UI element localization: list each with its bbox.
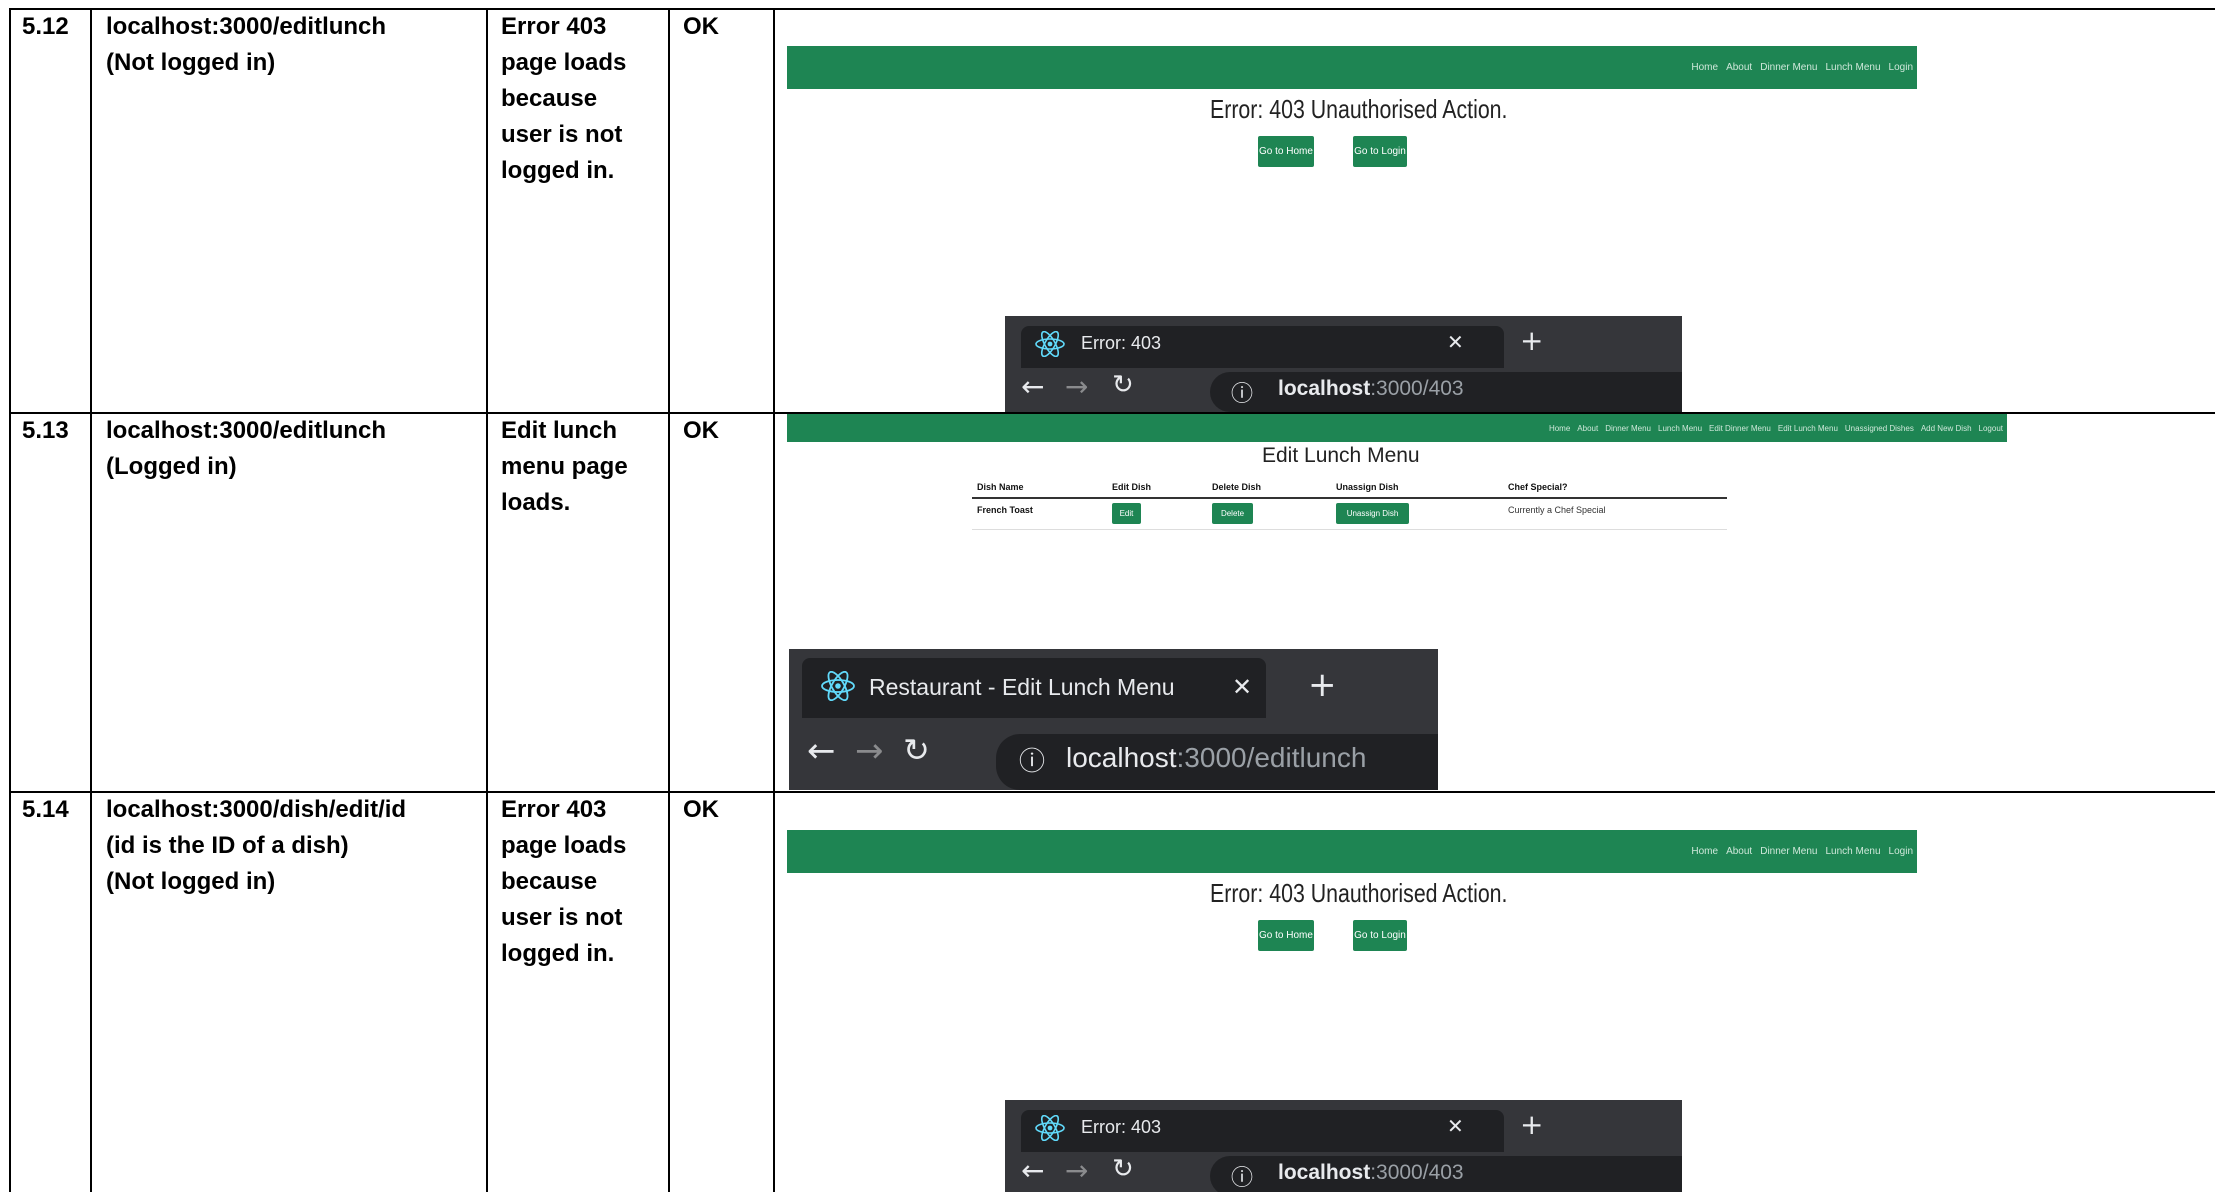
nav-link-lunch-menu[interactable]: Lunch Menu — [1825, 62, 1880, 73]
close-icon[interactable]: ✕ — [1232, 673, 1252, 701]
table-rule — [90, 8, 92, 1192]
table-rule — [668, 8, 670, 1192]
nav-link-edit-dinner-menu[interactable]: Edit Dinner Menu — [1709, 424, 1771, 433]
test-result: OK — [683, 13, 719, 40]
url-path: :3000/editlunch — [1176, 742, 1367, 773]
reload-icon[interactable]: ↻ — [1112, 370, 1134, 400]
nav-link-add-new-dish[interactable]: Add New Dish — [1921, 424, 1972, 433]
forward-arrow-icon[interactable]: → — [855, 731, 884, 771]
plus-icon[interactable]: + — [1520, 324, 1543, 357]
nav-link-lunch-menu[interactable]: Lunch Menu — [1825, 846, 1880, 857]
test-id: 5.14 — [22, 796, 69, 823]
test-expected: Edit lunch menu page loads. — [501, 417, 628, 516]
test-result: OK — [683, 417, 719, 444]
test-input: localhost:3000/editlunch (Logged in) — [106, 417, 387, 480]
nav-link-dinner-menu[interactable]: Dinner Menu — [1605, 424, 1651, 433]
nav-links: Home About Dinner Menu Lunch Menu Login — [1691, 830, 1913, 873]
row-rule — [972, 529, 1727, 530]
url-path: :3000/403 — [1370, 377, 1464, 400]
url-host: localhost — [1278, 377, 1371, 400]
column-header: Dish Name — [977, 482, 1024, 492]
edit-dish-button[interactable]: Edit — [1112, 503, 1141, 524]
nav-link-edit-lunch-menu[interactable]: Edit Lunch Menu — [1778, 424, 1838, 433]
nav-link-unassigned-dishes[interactable]: Unassigned Dishes — [1845, 424, 1914, 433]
url-host: localhost — [1066, 742, 1177, 773]
dish-name: French Toast — [977, 505, 1033, 515]
navbar: Home About Dinner Menu Lunch Menu Login — [787, 46, 1917, 89]
close-icon[interactable]: ✕ — [1447, 1114, 1464, 1138]
nav-link-about[interactable]: About — [1726, 62, 1752, 73]
url-path: :3000/403 — [1370, 1161, 1464, 1184]
column-header: Edit Dish — [1112, 482, 1152, 492]
table-rule — [9, 8, 11, 1192]
forward-arrow-icon[interactable]: → — [1065, 370, 1088, 403]
nav-link-dinner-menu[interactable]: Dinner Menu — [1760, 62, 1817, 73]
info-icon[interactable]: ⓘ — [1019, 741, 1045, 778]
url-host: localhost — [1278, 1161, 1371, 1184]
column-header: Unassign Dish — [1336, 482, 1399, 492]
plus-icon[interactable]: + — [1520, 1108, 1543, 1141]
test-expected: Error 403 page loads because user is not… — [501, 796, 627, 967]
info-icon[interactable]: ⓘ — [1231, 376, 1253, 408]
tab-title: Error: 403 — [1081, 333, 1162, 353]
browser-chrome: Error: 403 ✕ + ← → ↻ ⓘ localhost:3000/40… — [1005, 1100, 1682, 1192]
chef-special-status: Currently a Chef Special — [1508, 505, 1606, 515]
column-header: Delete Dish — [1212, 482, 1262, 492]
go-home-button[interactable]: Go to Home — [1258, 920, 1314, 951]
test-expected: Error 403 page loads because user is not… — [501, 13, 627, 184]
table-rule — [773, 8, 775, 1192]
back-arrow-icon[interactable]: ← — [807, 731, 836, 771]
test-id: 5.12 — [22, 13, 69, 40]
column-header: Chef Special? — [1508, 482, 1568, 492]
react-logo-icon — [821, 671, 855, 701]
nav-link-home[interactable]: Home — [1691, 846, 1718, 857]
nav-link-lunch-menu[interactable]: Lunch Menu — [1658, 424, 1702, 433]
nav-links: Home About Dinner Menu Lunch Menu Login — [1691, 46, 1913, 89]
nav-links: Home About Dinner Menu Lunch Menu Edit D… — [1549, 414, 2003, 442]
unassign-dish-button[interactable]: Unassign Dish — [1336, 503, 1409, 524]
tab-title: Error: 403 — [1081, 1117, 1162, 1137]
test-result: OK — [683, 796, 719, 823]
nav-link-about[interactable]: About — [1577, 424, 1598, 433]
header-rule — [972, 497, 1727, 499]
back-arrow-icon[interactable]: ← — [1021, 370, 1044, 403]
table-rule — [486, 8, 488, 1192]
forward-arrow-icon[interactable]: → — [1065, 1154, 1088, 1187]
browser-chrome: Restaurant - Edit Lunch Menu ✕ + ← → ↻ ⓘ… — [789, 649, 1438, 790]
close-icon[interactable]: ✕ — [1447, 330, 1464, 354]
test-id: 5.13 — [22, 417, 69, 444]
go-login-button[interactable]: Go to Login — [1353, 136, 1407, 167]
navbar: Home About Dinner Menu Lunch Menu Login — [787, 830, 1917, 873]
navbar: Home About Dinner Menu Lunch Menu Edit D… — [787, 414, 2007, 442]
react-logo-icon — [1035, 331, 1065, 357]
address-url: localhost:3000/403 — [1278, 377, 1464, 401]
nav-link-home[interactable]: Home — [1691, 62, 1718, 73]
nav-link-login[interactable]: Login — [1889, 62, 1913, 73]
address-url: localhost:3000/editlunch — [1066, 742, 1366, 774]
nav-link-about[interactable]: About — [1726, 846, 1752, 857]
back-arrow-icon[interactable]: ← — [1021, 1154, 1044, 1187]
error-title: Error: 403 Unauthorised Action. — [1210, 878, 1508, 908]
nav-link-logout[interactable]: Logout — [1979, 424, 2003, 433]
go-home-button[interactable]: Go to Home — [1258, 136, 1314, 167]
error-title: Error: 403 Unauthorised Action. — [1210, 94, 1508, 124]
info-icon[interactable]: ⓘ — [1231, 1160, 1253, 1192]
reload-icon[interactable]: ↻ — [903, 731, 930, 769]
reload-icon[interactable]: ↻ — [1112, 1154, 1134, 1184]
page-title: Edit Lunch Menu — [1262, 444, 1420, 467]
tab-title: Restaurant - Edit Lunch Menu — [869, 674, 1175, 700]
nav-link-login[interactable]: Login — [1889, 846, 1913, 857]
go-login-button[interactable]: Go to Login — [1353, 920, 1407, 951]
test-input: localhost:3000/dish/edit/id (id is the I… — [106, 796, 407, 895]
react-logo-icon — [1035, 1115, 1065, 1141]
nav-link-home[interactable]: Home — [1549, 424, 1570, 433]
test-input: localhost:3000/editlunch (Not logged in) — [106, 13, 387, 76]
plus-icon[interactable]: + — [1308, 665, 1337, 705]
address-url: localhost:3000/403 — [1278, 1161, 1464, 1185]
browser-chrome: Error: 403 ✕ + ← → ↻ ⓘ localhost:3000/40… — [1005, 316, 1682, 412]
nav-link-dinner-menu[interactable]: Dinner Menu — [1760, 846, 1817, 857]
delete-dish-button[interactable]: Delete — [1212, 503, 1253, 524]
